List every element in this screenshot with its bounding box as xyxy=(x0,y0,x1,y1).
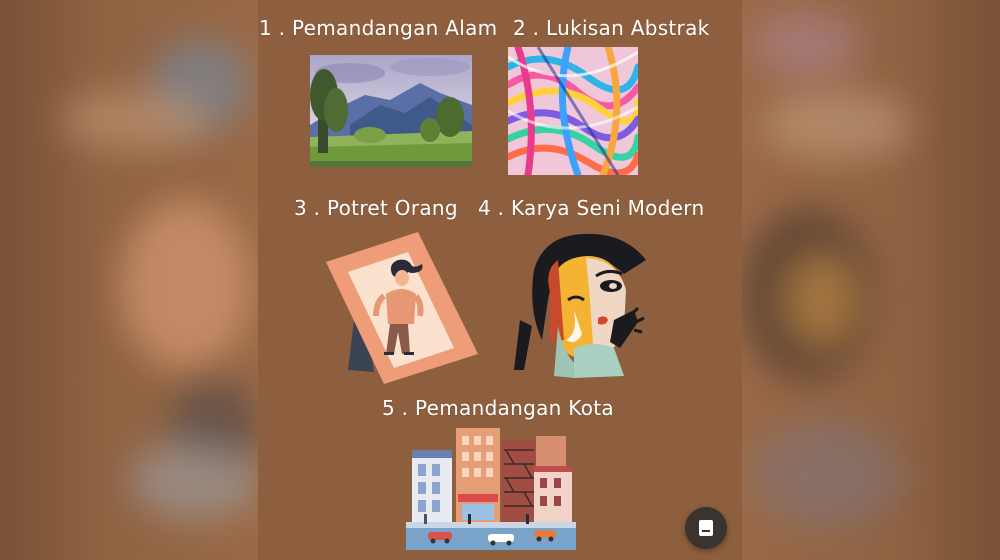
document-icon xyxy=(699,520,713,536)
item-2-title: 2 . Lukisan Abstrak xyxy=(513,16,710,40)
blurred-background-left xyxy=(0,0,258,560)
city-view-image xyxy=(406,428,576,550)
item-3-title: 3 . Potret Orang xyxy=(294,196,458,220)
document-button[interactable] xyxy=(685,507,727,549)
item-4-title: 4 . Karya Seni Modern xyxy=(478,196,705,220)
portrait-frame-image xyxy=(326,232,478,384)
abstract-painting-image xyxy=(508,47,638,175)
item-1-title: 1 . Pemandangan Alam xyxy=(259,16,498,40)
modern-art-face-image xyxy=(514,233,646,378)
item-5-title: 5 . Pemandangan Kota xyxy=(382,396,614,420)
landscape-painting-image xyxy=(310,55,472,167)
blurred-background-right xyxy=(742,0,1000,560)
